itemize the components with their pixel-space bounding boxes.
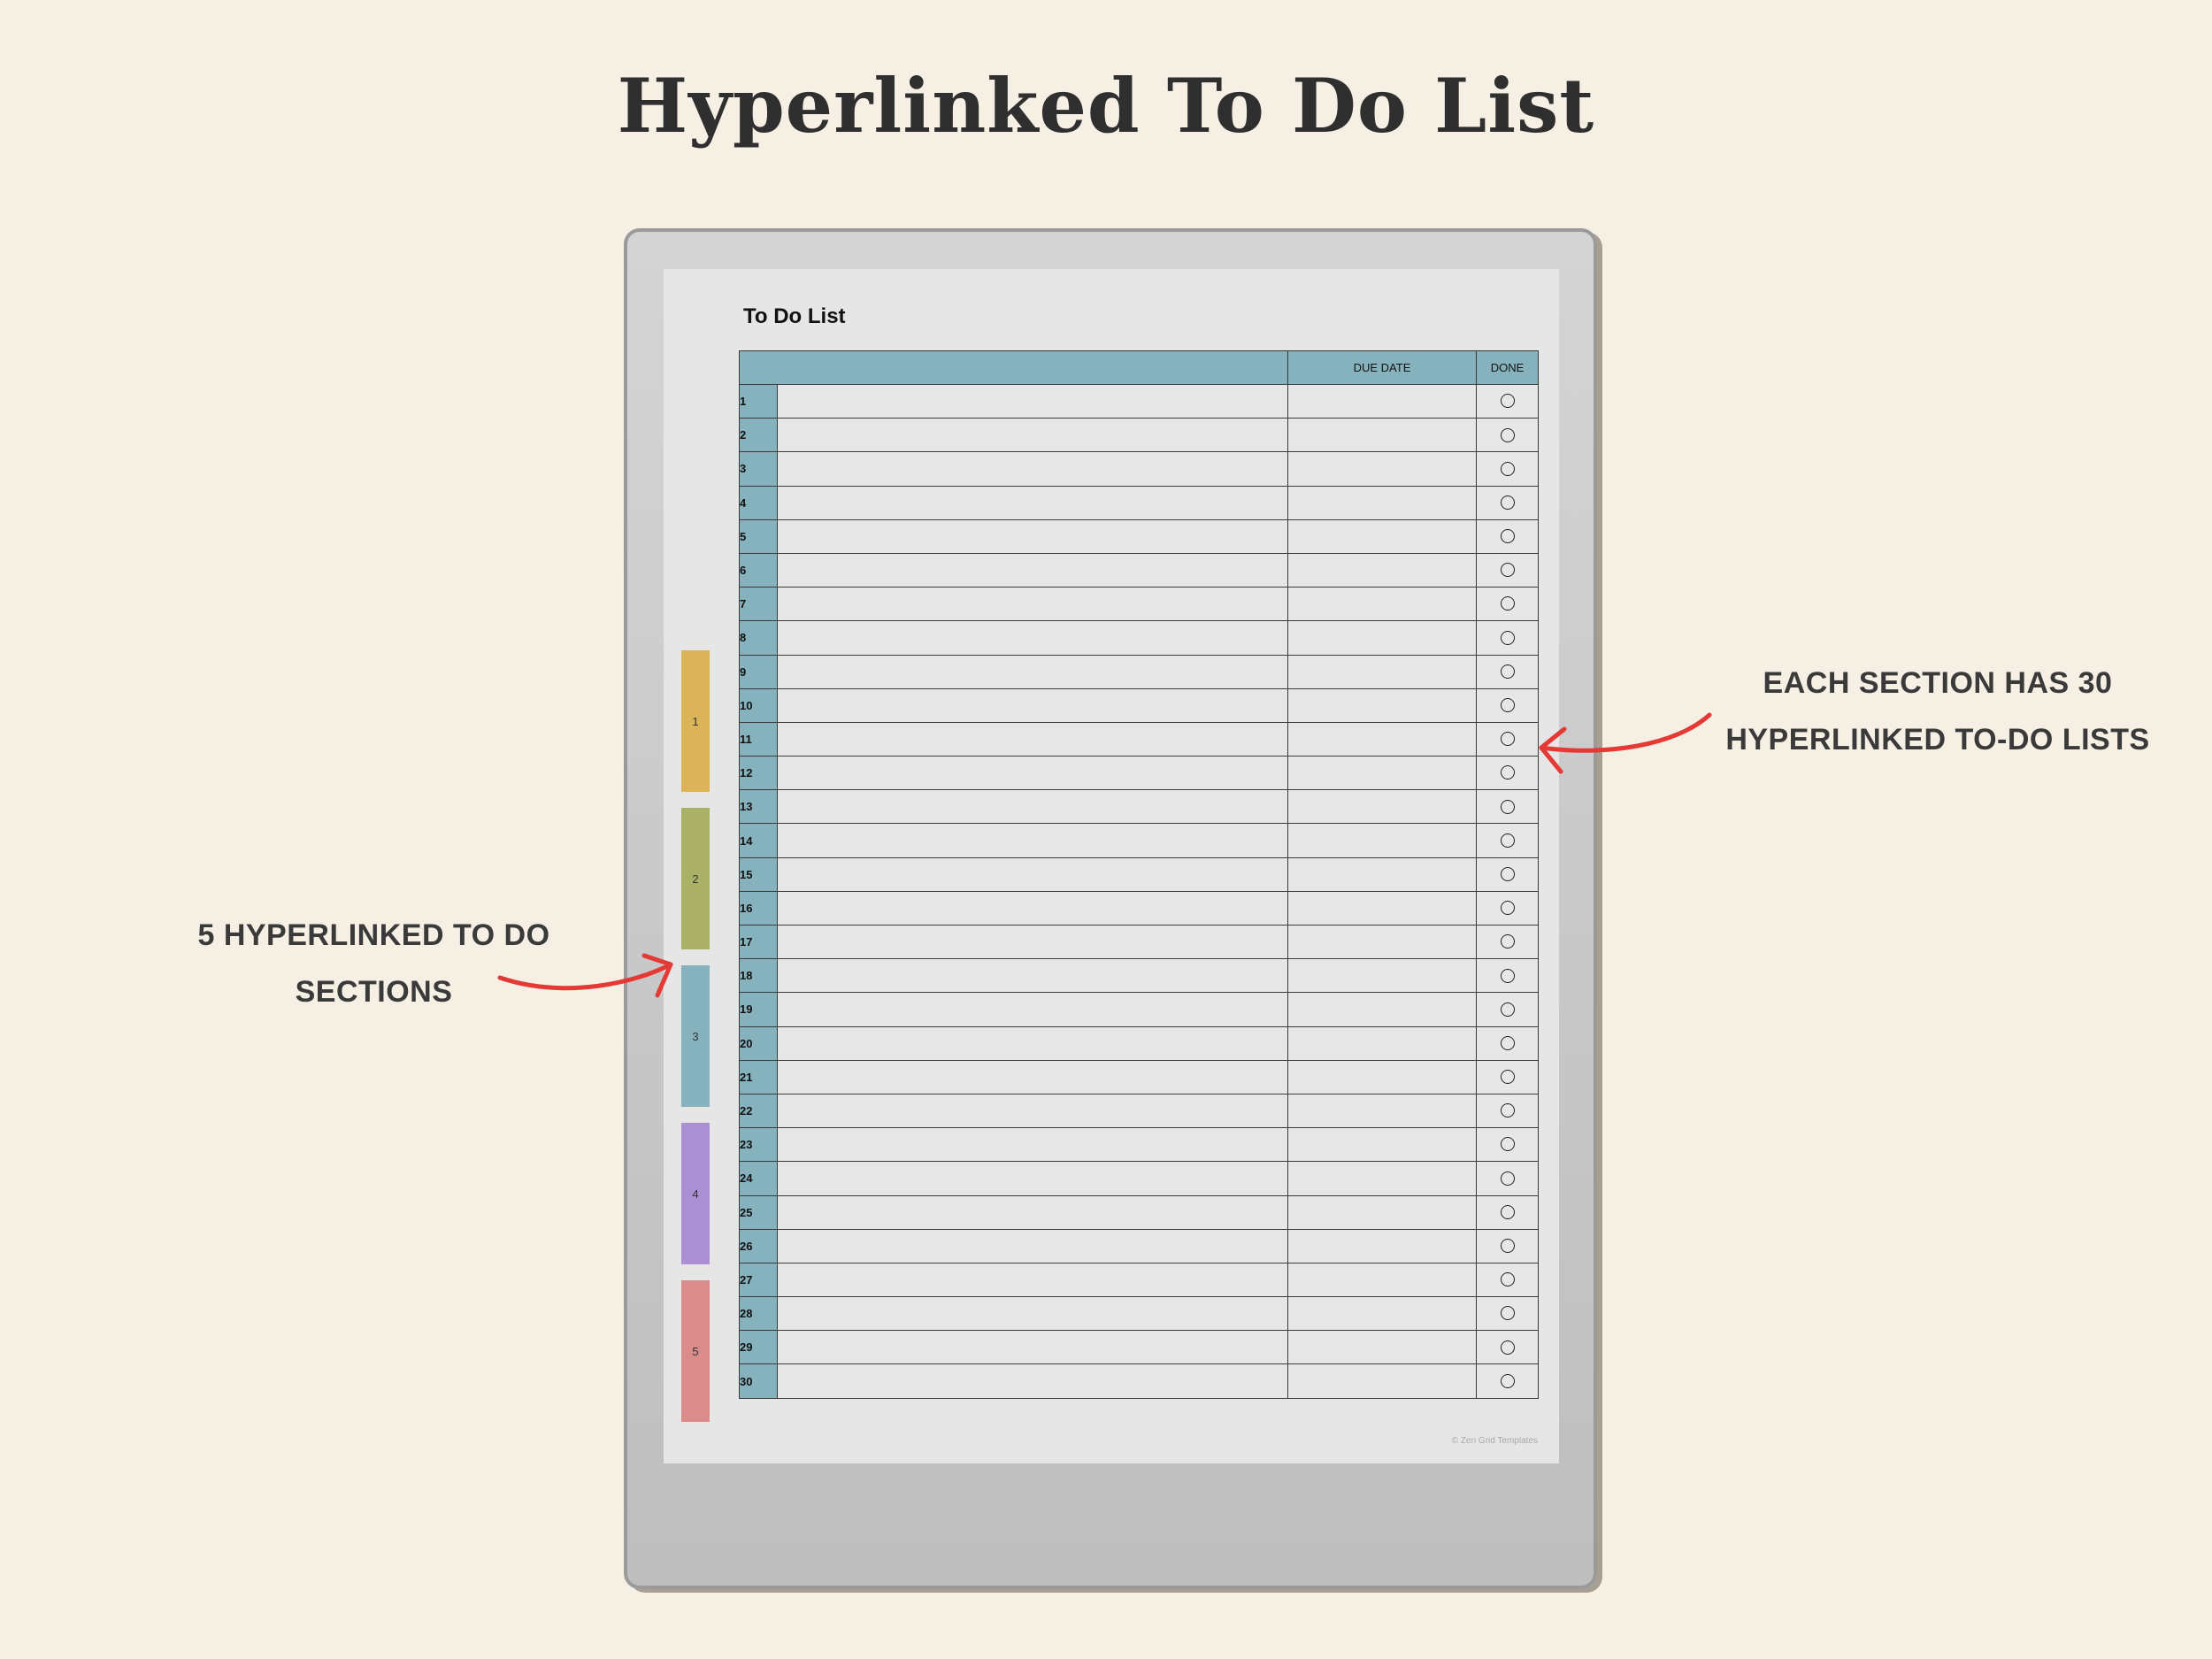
left-arrow-icon: [497, 953, 673, 998]
right-arrow-icon: [1539, 712, 1712, 774]
annotation-arrows: [497, 712, 1712, 998]
